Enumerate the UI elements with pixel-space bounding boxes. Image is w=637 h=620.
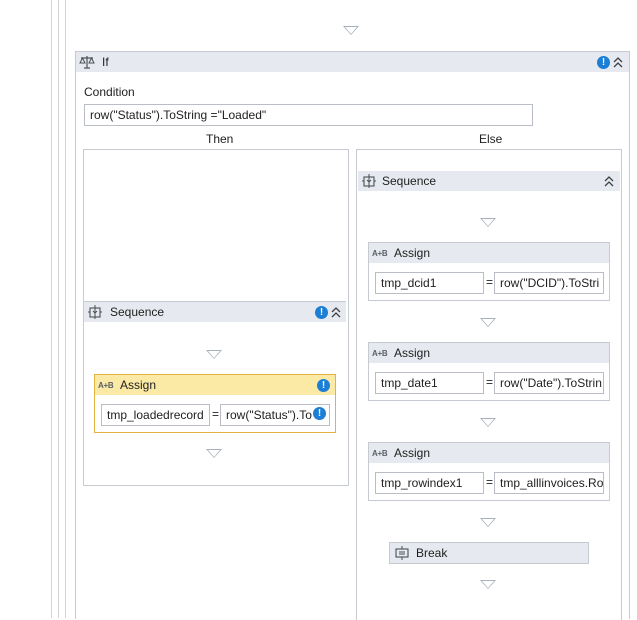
assign-icon: A+B [98,381,114,390]
else-sequence[interactable]: Sequence A+B Assign tmp_dcid1 = row("DCI… [358,171,620,620]
sequence-icon [362,174,376,188]
drop-target-arrow[interactable] [206,449,222,458]
assign-title: Assign [394,446,431,460]
assign-icon: A+B [372,249,388,258]
break-icon [395,546,409,560]
assign-icon: A+B [372,349,388,358]
equals-sign: = [486,475,494,489]
warning-icon[interactable]: ! [597,56,610,69]
then-sequence[interactable]: Sequence ! A+B Assign ! tmp_loadedrecord… [84,301,346,484]
break-activity[interactable]: Break [389,542,589,564]
canvas-rail [65,0,66,618]
else-label: Else [479,132,503,146]
assign-header[interactable]: A+B Assign [369,343,609,363]
canvas-rail [51,0,52,618]
assign-to-input[interactable]: tmp_dcid1 [375,272,484,294]
assign-value-input[interactable]: row("DCID").ToStri [494,272,604,294]
assign-activity[interactable]: A+B Assign tmp_rowindex1 = tmp_alllinvoi… [368,442,610,501]
assign-title: Assign [394,346,431,360]
if-title: If [102,55,109,69]
then-branch[interactable]: Sequence ! A+B Assign ! tmp_loadedrecord… [83,149,349,486]
warning-icon[interactable]: ! [315,306,328,319]
assign-header[interactable]: A+B Assign [369,443,609,463]
assign-to-input[interactable]: tmp_date1 [375,372,484,394]
else-sequence-header[interactable]: Sequence [358,171,620,191]
drop-target-arrow[interactable] [480,518,496,527]
drop-target-arrow[interactable] [480,318,496,327]
sequence-title: Sequence [382,174,437,188]
equals-sign: = [212,407,220,421]
assign-value-input[interactable]: tmp_alllinvoices.Ro [494,472,604,494]
then-label: Then [206,132,234,146]
warning-icon[interactable]: ! [317,379,330,392]
condition-input[interactable]: row("Status").ToString ="Loaded" [84,104,533,126]
sequence-icon [88,305,102,319]
assign-activity[interactable]: A+B Assign ! tmp_loadedrecord = row("Sta… [94,374,336,433]
if-header[interactable]: If ! [76,52,629,72]
drop-target-arrow[interactable] [480,418,496,427]
collapse-chevron-icon[interactable] [331,306,341,318]
then-sequence-header[interactable]: Sequence ! [84,302,346,322]
assign-title: Assign [120,378,157,392]
sequence-title: Sequence [110,305,165,319]
assign-value-input[interactable]: row("Date").ToStrin [494,372,604,394]
drop-target-arrow[interactable] [343,26,359,35]
assign-to-input[interactable]: tmp_loadedrecord [101,404,210,426]
scales-icon [79,56,95,69]
if-activity[interactable]: If ! Condition row("Status").ToString ="… [75,51,630,620]
condition-label: Condition [84,85,135,99]
assign-title: Assign [394,246,431,260]
assign-header[interactable]: A+B Assign [369,243,609,263]
assign-activity[interactable]: A+B Assign tmp_date1 = row("Date").ToStr… [368,342,610,401]
collapse-chevron-icon[interactable] [604,175,614,187]
warning-icon[interactable]: ! [313,407,326,420]
collapse-chevron-icon[interactable] [613,56,623,68]
assign-to-input[interactable]: tmp_rowindex1 [375,472,484,494]
assign-activity[interactable]: A+B Assign tmp_dcid1 = row("DCID").ToStr… [368,242,610,301]
break-title: Break [416,546,448,560]
assign-icon: A+B [372,449,388,458]
else-branch[interactable]: Sequence A+B Assign tmp_dcid1 = row("DCI… [356,149,622,620]
equals-sign: = [486,275,494,289]
assign-header[interactable]: A+B Assign ! [95,375,335,395]
drop-target-arrow[interactable] [480,218,496,227]
drop-target-arrow[interactable] [480,580,496,589]
equals-sign: = [486,375,494,389]
drop-target-arrow[interactable] [206,350,222,359]
canvas-rail [58,0,59,618]
